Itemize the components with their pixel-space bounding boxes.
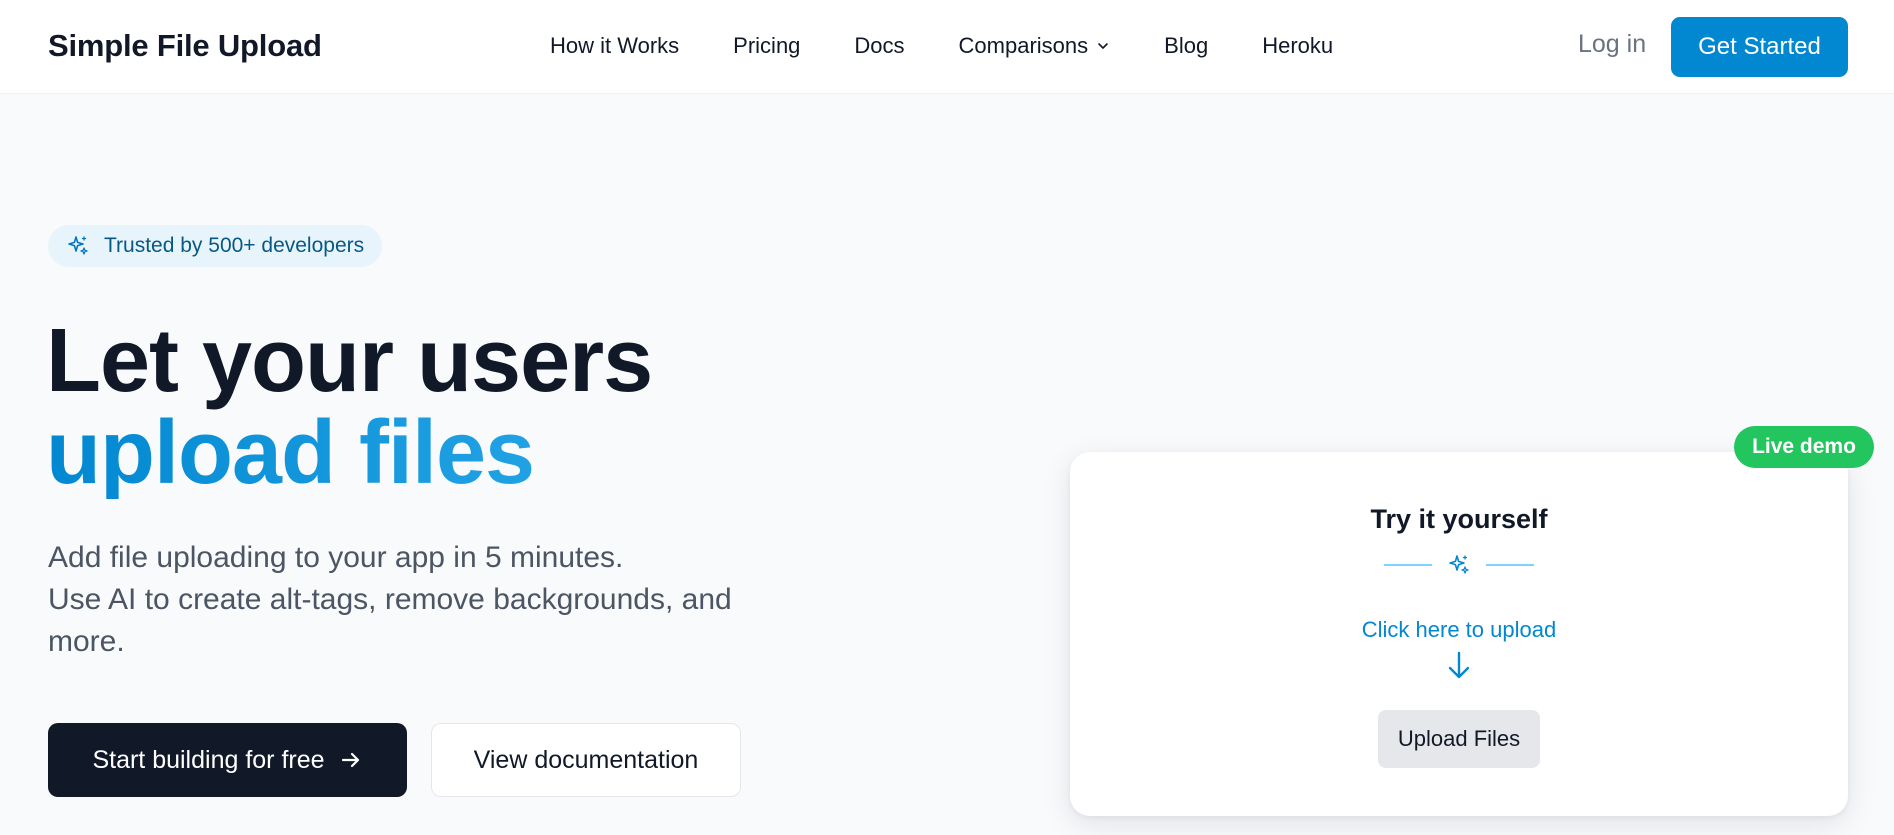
demo-title: Try it yourself	[1370, 504, 1548, 534]
brand-logo-text[interactable]: Simple File Upload	[48, 28, 322, 64]
start-building-button[interactable]: Start building for free	[48, 723, 407, 797]
hero-headline-line1: Let your users	[46, 311, 653, 411]
upload-files-button[interactable]: Upload Files	[1378, 710, 1540, 768]
nav-item-label: Docs	[854, 33, 905, 58]
hero-subtitle-line1: Add file uploading to your app in 5 minu…	[48, 541, 624, 574]
get-started-button[interactable]: Get Started	[1671, 17, 1848, 77]
hero-headline-accent: upload files	[46, 407, 652, 499]
top-navbar: Simple File Upload How it Works Pricing …	[0, 0, 1894, 94]
hero-subtitle: Add file uploading to your app in 5 minu…	[48, 537, 808, 663]
trusted-badge-text: Trusted by 500+ developers	[104, 234, 365, 257]
sparkles-icon	[1449, 555, 1469, 574]
nav-item-blog[interactable]: Blog	[1164, 33, 1208, 59]
nav-item-label: Blog	[1164, 33, 1209, 58]
nav-item-heroku[interactable]: Heroku	[1262, 33, 1333, 59]
main-nav: How it Works Pricing Docs Comparisons Bl…	[550, 33, 1333, 59]
nav-item-how-it-works[interactable]: How it Works	[550, 33, 679, 59]
nav-item-comparisons[interactable]: Comparisons	[959, 33, 1111, 59]
click-to-upload-link[interactable]: Click here to upload	[1070, 617, 1848, 643]
landing-page: Simple File Upload How it Works Pricing …	[0, 0, 1894, 835]
arrow-right-icon	[341, 752, 359, 768]
login-link[interactable]: Log in	[1578, 30, 1646, 59]
demo-divider	[1384, 552, 1534, 578]
nav-item-label: Heroku	[1262, 33, 1334, 58]
divider-line	[1486, 564, 1534, 566]
nav-item-label: Comparisons	[958, 33, 1089, 58]
nav-item-label: Pricing	[733, 33, 801, 58]
start-building-label: Start building for free	[92, 745, 325, 774]
divider-line	[1384, 564, 1432, 566]
nav-item-docs[interactable]: Docs	[854, 33, 904, 59]
live-demo-badge: Live demo	[1734, 426, 1874, 468]
live-demo-card: Try it yourself Click here to upload Upl…	[1070, 452, 1848, 816]
hero-subtitle-line2: Use AI to create alt-tags, remove backgr…	[48, 583, 732, 658]
chevron-down-icon	[1098, 43, 1108, 49]
sparkles-icon	[68, 236, 88, 255]
hero-headline: Let your users upload files	[46, 315, 653, 499]
nav-item-label: How it Works	[550, 33, 680, 58]
trusted-badge: Trusted by 500+ developers	[48, 225, 383, 267]
view-documentation-button[interactable]: View documentation	[431, 723, 741, 797]
arrow-down-icon	[1448, 651, 1470, 679]
nav-item-pricing[interactable]: Pricing	[733, 33, 800, 59]
